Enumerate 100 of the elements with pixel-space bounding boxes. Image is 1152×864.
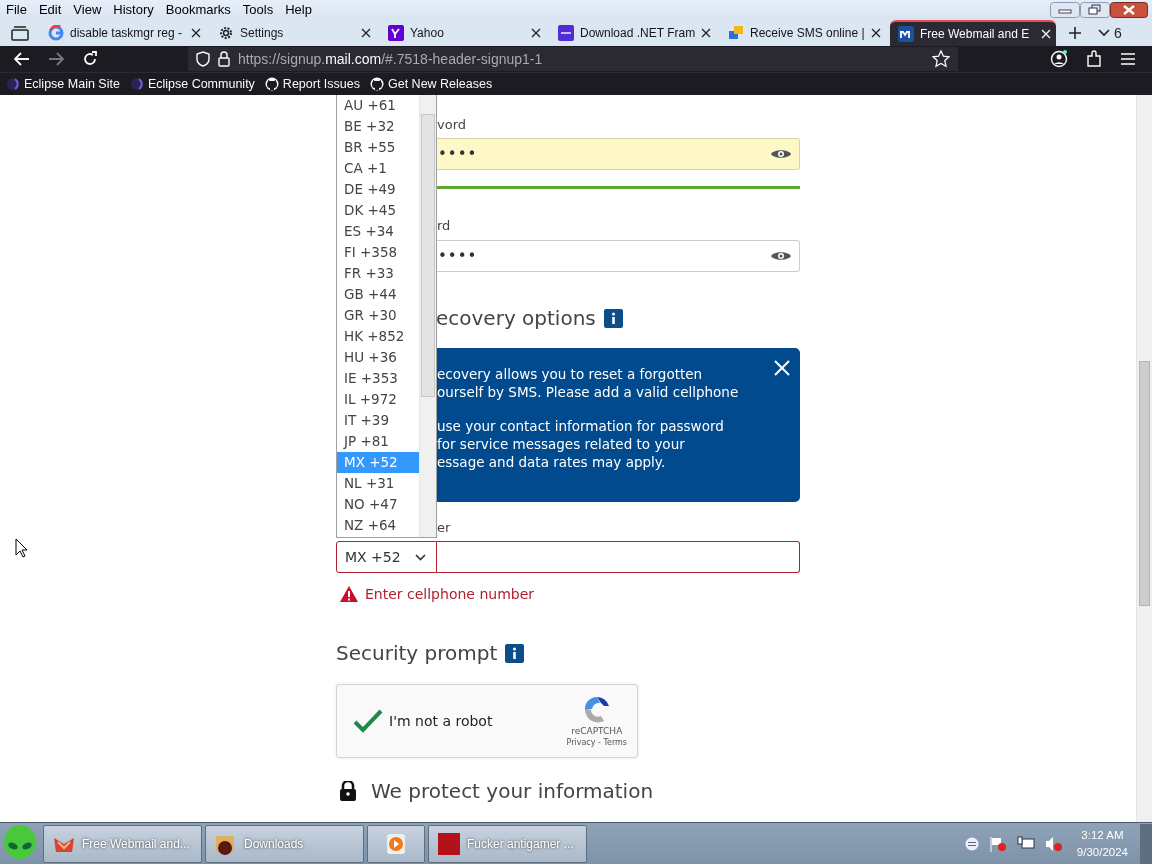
speaker-muted-icon[interactable] (1044, 835, 1063, 852)
dropdown-option[interactable]: GB +44 (337, 284, 419, 305)
menu-item[interactable]: File (6, 0, 27, 20)
url-text: https://signup.mail.com/#.7518-header-signup1-1 (238, 49, 543, 69)
pointer-icon (15, 538, 29, 558)
minimize-button[interactable] (1050, 2, 1080, 18)
section-heading: We protect your information (371, 780, 654, 802)
country-select[interactable]: MX +52 (336, 541, 437, 573)
bookmark-link[interactable]: Get New Releases (370, 74, 493, 94)
dropdown-option[interactable]: DE +49 (337, 179, 419, 200)
eclipse-icon (129, 77, 144, 91)
browser-tab[interactable]: Settings (210, 20, 376, 46)
minus-circle-icon[interactable] (964, 836, 979, 851)
error-message: Enter cellphone number (365, 586, 535, 602)
browser-tab[interactable]: Free Webmail and E (890, 20, 1056, 46)
eye-icon[interactable] (770, 249, 792, 263)
info-text: for service messages related to your (437, 435, 685, 453)
close-icon[interactable] (361, 28, 371, 38)
network-icon[interactable] (1016, 835, 1035, 852)
browser-tab[interactable]: Download .NET Fram (550, 20, 716, 46)
password-field[interactable]: •••• (436, 240, 800, 272)
menu-item[interactable]: History (113, 0, 154, 20)
google-g-icon (48, 25, 64, 41)
close-icon[interactable] (701, 28, 712, 38)
dropdown-option[interactable]: CA +1 (337, 158, 419, 179)
browser-tab[interactable]: disable taskmgr reg - (40, 20, 206, 46)
dropdown-option[interactable]: FR +33 (337, 263, 419, 284)
github-icon (264, 77, 279, 91)
restore-button[interactable] (1080, 2, 1110, 18)
browser-tab[interactable]: Yahoo (380, 20, 546, 46)
captcha-label: I'm not a robot (389, 711, 493, 731)
lock-icon (339, 781, 357, 801)
recaptcha-brand: reCAPTCHA (571, 725, 623, 737)
section-heading: ecovery options (436, 307, 596, 329)
dropdown-option[interactable]: BR +55 (337, 137, 419, 158)
info-icon[interactable] (505, 643, 525, 663)
menu-item[interactable]: Bookmarks (165, 0, 231, 20)
dropdown-option[interactable]: NL +31 (337, 473, 419, 494)
dropdown-option[interactable]: IL +972 (337, 389, 419, 410)
menu-item[interactable]: Edit (38, 0, 62, 20)
close-icon[interactable] (871, 28, 881, 38)
eye-icon[interactable] (770, 147, 792, 161)
dropdown-option[interactable]: NZ +64 (337, 515, 419, 536)
dropdown-option[interactable]: IT +39 (337, 410, 419, 431)
bookmark-link[interactable]: Report Issues (264, 74, 360, 94)
tab-overview-icon[interactable] (11, 25, 29, 41)
info-text: essage and data rates may apply. (437, 453, 666, 471)
puzzle-icon[interactable] (1086, 50, 1102, 68)
dropdown-option[interactable]: HU +36 (337, 347, 419, 368)
dropdown-option[interactable]: GR +30 (337, 305, 419, 326)
menu-item[interactable]: Help (285, 0, 312, 20)
flag-error-icon[interactable] (988, 835, 1007, 852)
forward-arrow-icon[interactable] (48, 52, 64, 66)
address-bar[interactable]: https://signup.mail.com/#.7518-header-signup1-1 (188, 47, 958, 71)
shield-icon (196, 51, 210, 67)
reload-icon[interactable] (82, 51, 98, 67)
taskbar-button[interactable] (367, 824, 425, 863)
plus-icon[interactable] (1068, 26, 1082, 40)
net-icon (558, 25, 574, 41)
menu-item[interactable]: View (73, 0, 102, 20)
play-icon (384, 831, 408, 856)
chevron-down-icon (1098, 29, 1110, 37)
menu-item[interactable]: Tools (242, 0, 274, 20)
scrollbar[interactable] (1136, 95, 1152, 822)
close-button[interactable] (1110, 2, 1148, 18)
clock-time: 3:12 AM (1080, 827, 1125, 843)
back-arrow-icon[interactable] (14, 52, 30, 66)
phone-input[interactable] (437, 541, 800, 573)
chat-bubbles-icon (728, 25, 744, 41)
checkmark-icon[interactable] (353, 709, 383, 733)
dropdown-option[interactable]: DK +45 (337, 200, 419, 221)
dropdown-option[interactable]: HK +852 (337, 326, 419, 347)
clock-date: 9/30/2024 (1076, 844, 1128, 860)
section-heading: Security prompt (336, 642, 498, 664)
list-tabs-button[interactable]: 6 (1098, 22, 1122, 44)
close-icon[interactable] (531, 28, 541, 38)
yahoo-icon (388, 25, 404, 41)
warning-icon (339, 585, 359, 603)
info-icon[interactable] (603, 308, 623, 328)
dropdown-option[interactable]: NO +47 (337, 494, 419, 515)
github-icon (370, 77, 384, 91)
dropdown-option[interactable]: ES +34 (337, 221, 419, 242)
password-field[interactable]: •••• (436, 138, 800, 170)
bookmark-link[interactable]: Eclipse Main Site (6, 74, 120, 94)
captcha-links[interactable]: Privacy - Terms (566, 737, 627, 749)
dropdown-option[interactable]: FI +358 (337, 242, 419, 263)
star-icon[interactable] (932, 50, 950, 68)
info-text: ourself by SMS. Please add a valid cellphone (437, 383, 739, 401)
account-icon[interactable] (1050, 50, 1068, 68)
dropdown-option[interactable]: AU +61 (337, 95, 419, 116)
dropdown-option[interactable]: BE +32 (337, 116, 419, 137)
app-icon (437, 831, 461, 856)
field-label: vord (437, 117, 467, 133)
dropdown-option[interactable]: JP +81 (337, 431, 419, 452)
scrollbar[interactable] (419, 95, 436, 537)
close-icon[interactable] (191, 28, 201, 38)
bookmark-link[interactable]: Eclipse Community (129, 74, 255, 94)
menu-icon[interactable] (1120, 52, 1136, 66)
browser-tab[interactable]: Receive SMS online | (720, 20, 886, 46)
dropdown-option[interactable]: IE +353 (337, 368, 419, 389)
